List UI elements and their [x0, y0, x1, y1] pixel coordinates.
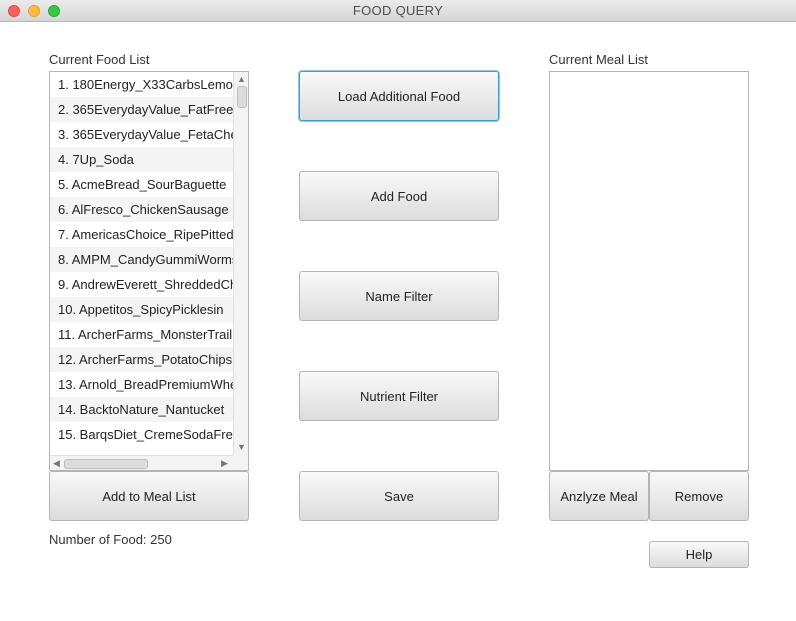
scroll-up-icon[interactable]: ▲ — [237, 74, 246, 84]
name-filter-button[interactable]: Name Filter — [299, 271, 499, 321]
meal-list[interactable] — [549, 71, 749, 471]
list-item[interactable]: 8. AMPM_CandyGummiWorms — [50, 247, 233, 272]
help-button[interactable]: Help — [649, 541, 749, 568]
scroll-corner — [233, 455, 248, 470]
load-additional-food-button[interactable]: Load Additional Food — [299, 71, 499, 121]
list-item[interactable]: 11. ArcherFarms_MonsterTrail — [50, 322, 233, 347]
vertical-scroll-thumb[interactable] — [237, 86, 247, 108]
food-list-label: Current Food List — [49, 52, 150, 67]
list-item[interactable]: 2. 365EverydayValue_FatFree — [50, 97, 233, 122]
food-count-label: Number of Food: 250 — [49, 532, 172, 547]
horizontal-scrollbar[interactable]: ◀ ▶ — [50, 455, 233, 470]
vertical-scrollbar[interactable]: ▲ ▼ — [233, 72, 248, 455]
window-titlebar: FOOD QUERY — [0, 0, 796, 22]
list-item[interactable]: 12. ArcherFarms_PotatoChips — [50, 347, 233, 372]
list-item[interactable]: 6. AlFresco_ChickenSausage — [50, 197, 233, 222]
save-button[interactable]: Save — [299, 471, 499, 521]
scroll-right-icon[interactable]: ▶ — [221, 458, 228, 468]
scroll-left-icon[interactable]: ◀ — [53, 458, 60, 468]
horizontal-scroll-thumb[interactable] — [64, 459, 148, 469]
list-item[interactable]: 10. Appetitos_SpicyPicklesin — [50, 297, 233, 322]
meal-list-label: Current Meal List — [549, 52, 648, 67]
list-item[interactable]: 5. AcmeBread_SourBaguette — [50, 172, 233, 197]
list-item[interactable]: 1. 180Energy_X33CarbsLemon — [50, 72, 233, 97]
analyze-meal-button[interactable]: Anzlyze Meal — [549, 471, 649, 521]
list-item[interactable]: 14. BacktoNature_Nantucket — [50, 397, 233, 422]
list-item[interactable]: 9. AndrewEverett_ShreddedCheese — [50, 272, 233, 297]
list-item[interactable]: 4. 7Up_Soda — [50, 147, 233, 172]
window-title: FOOD QUERY — [352, 3, 444, 18]
nutrient-filter-button[interactable]: Nutrient Filter — [299, 371, 499, 421]
remove-button[interactable]: Remove — [649, 471, 749, 521]
add-food-button[interactable]: Add Food — [299, 171, 499, 221]
list-item[interactable]: 13. Arnold_BreadPremiumWheat — [50, 372, 233, 397]
food-list[interactable]: 1. 180Energy_X33CarbsLemon 2. 365Everyda… — [49, 71, 249, 471]
food-list-items: 1. 180Energy_X33CarbsLemon 2. 365Everyda… — [50, 72, 233, 447]
list-item[interactable]: 7. AmericasChoice_RipePitted — [50, 222, 233, 247]
list-item[interactable]: 15. BarqsDiet_CremeSodaFree — [50, 422, 233, 447]
add-to-meal-list-button[interactable]: Add to Meal List — [49, 471, 249, 521]
list-item[interactable]: 3. 365EverydayValue_FetaCheese — [50, 122, 233, 147]
scroll-down-icon[interactable]: ▼ — [237, 442, 246, 452]
